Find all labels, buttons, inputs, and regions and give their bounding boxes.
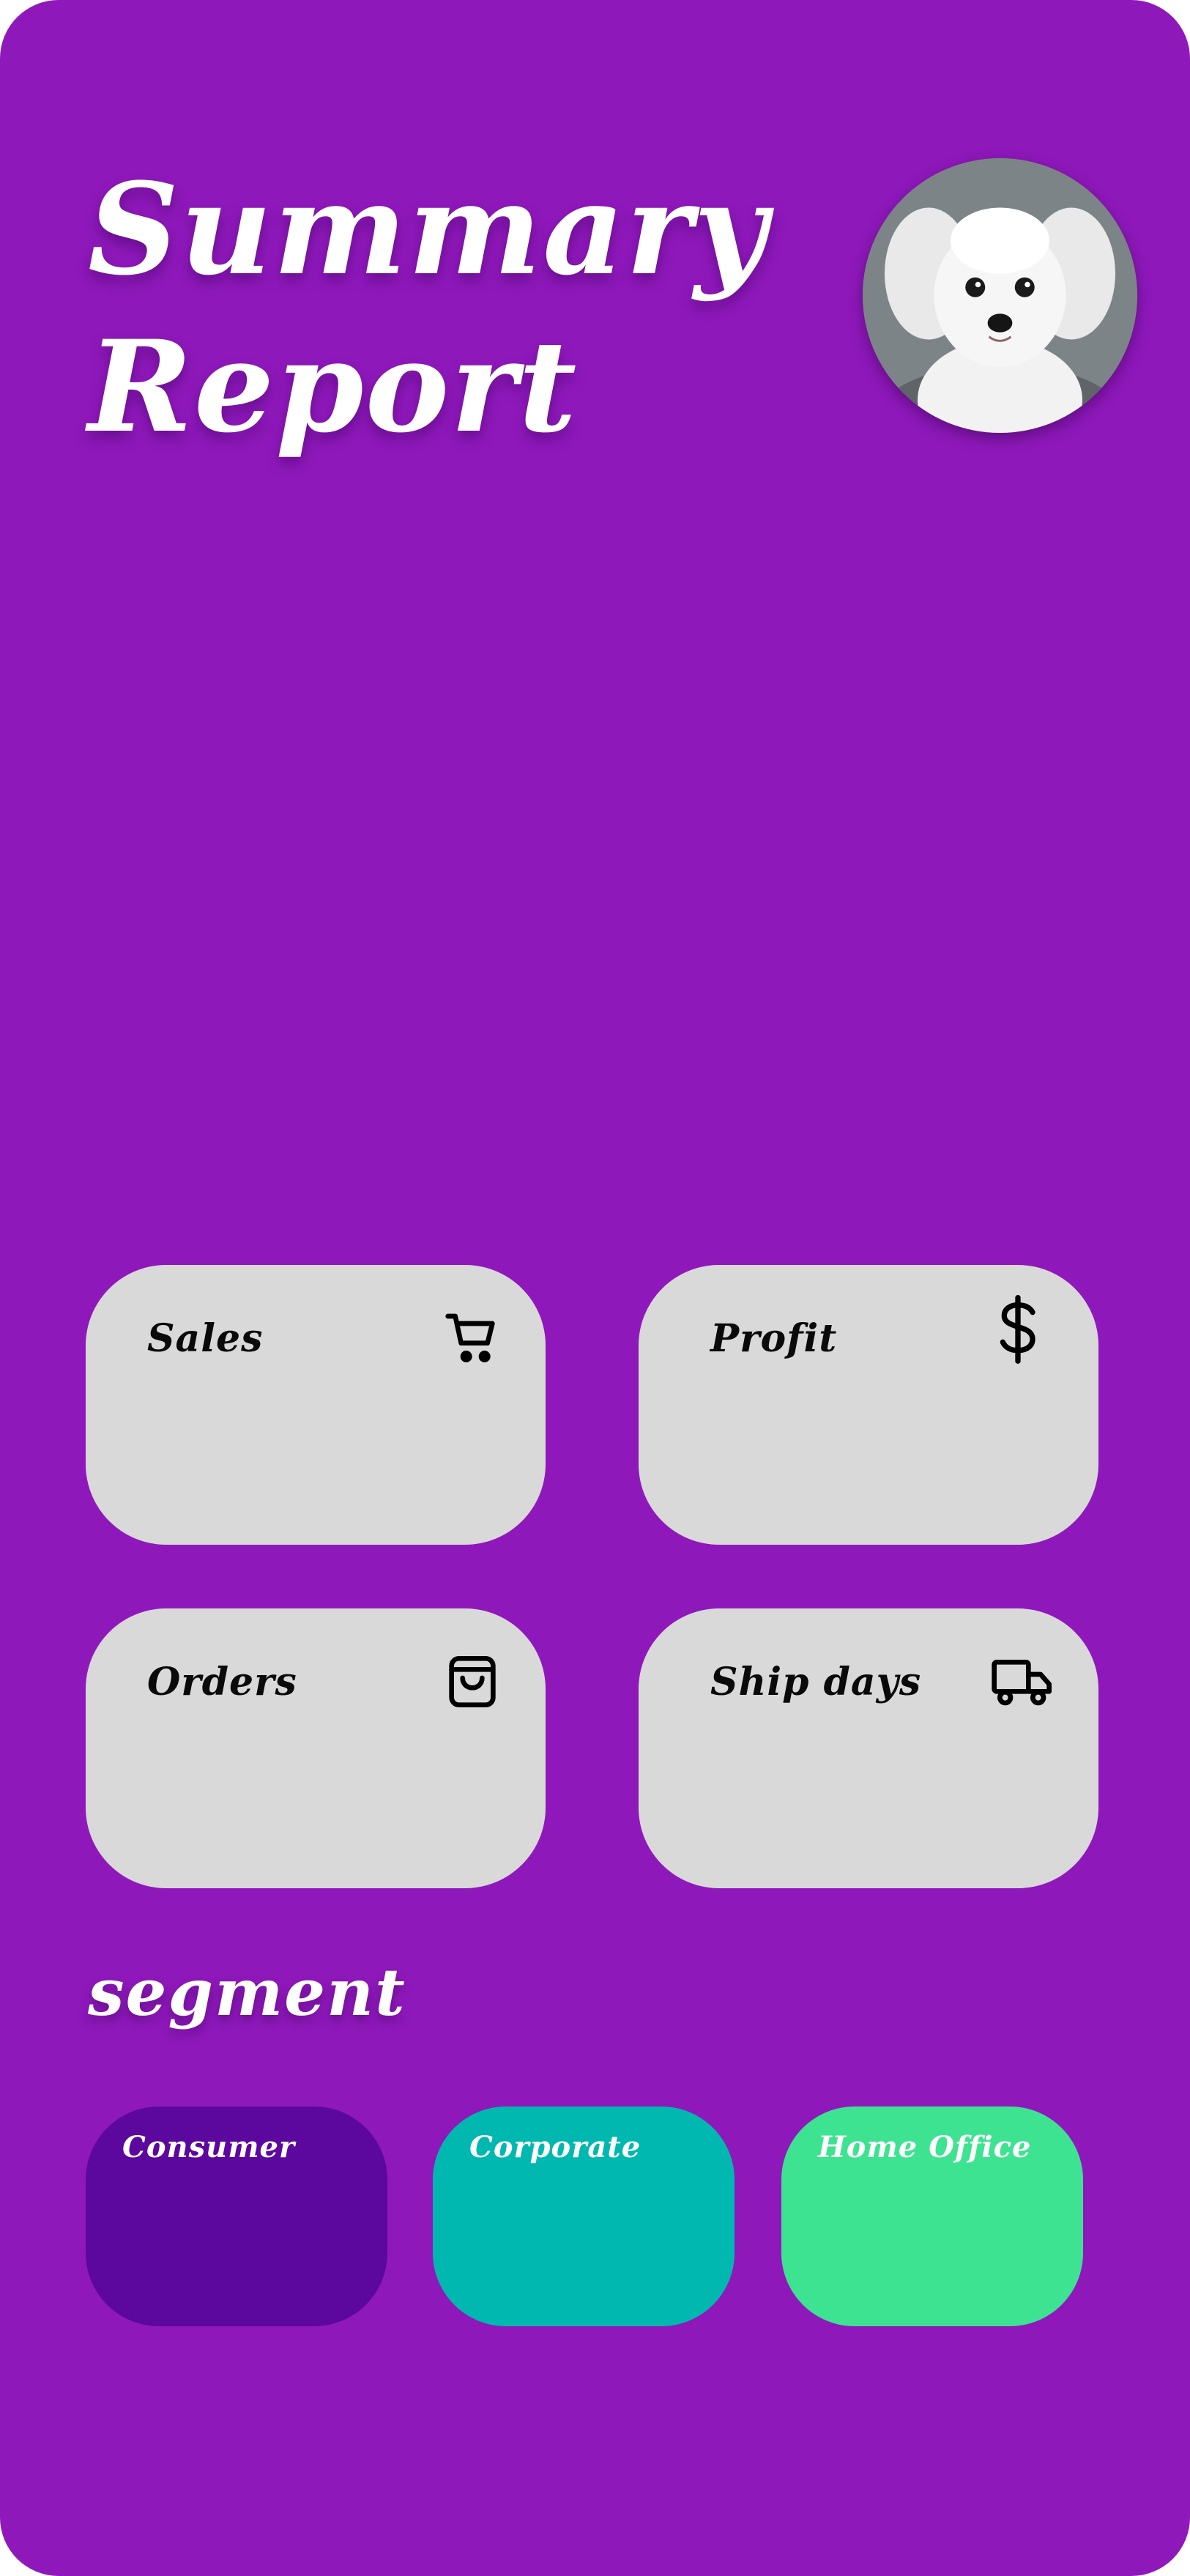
truck-icon [990,1652,1055,1711]
kpi-label: Sales [147,1316,264,1361]
title-line-1: Summary [88,155,769,303]
kpi-label: Profit [710,1316,838,1361]
avatar[interactable] [863,158,1137,433]
segment-label: Consumer [122,2130,296,2164]
shopping-cart-icon [443,1309,502,1367]
page-title: Summary Report [88,150,768,465]
dollar-icon [989,1294,1047,1365]
kpi-label: Ship days [710,1660,922,1704]
title-line-2: Report [88,312,579,461]
kpi-card-profit[interactable]: Profit [639,1265,1098,1545]
segment-card-corporate[interactable]: Corporate [433,2107,735,2326]
dog-avatar-image [863,158,1137,433]
segment-card-home-office[interactable]: Home Office [781,2107,1083,2326]
shopping-bag-icon [443,1652,502,1711]
kpi-card-ship-days[interactable]: Ship days [639,1608,1098,1888]
kpi-card-orders[interactable]: Orders [86,1608,546,1888]
kpi-card-sales[interactable]: Sales [86,1265,546,1545]
report-screen: Summary Report Sales Profit Orders Ship … [0,0,1190,2576]
segment-label: Corporate [469,2130,642,2164]
segment-card-consumer[interactable]: Consumer [86,2107,387,2326]
segment-label: Home Office [818,2130,1032,2164]
segment-section-title: segment [88,1954,406,2030]
kpi-label: Orders [147,1660,297,1704]
